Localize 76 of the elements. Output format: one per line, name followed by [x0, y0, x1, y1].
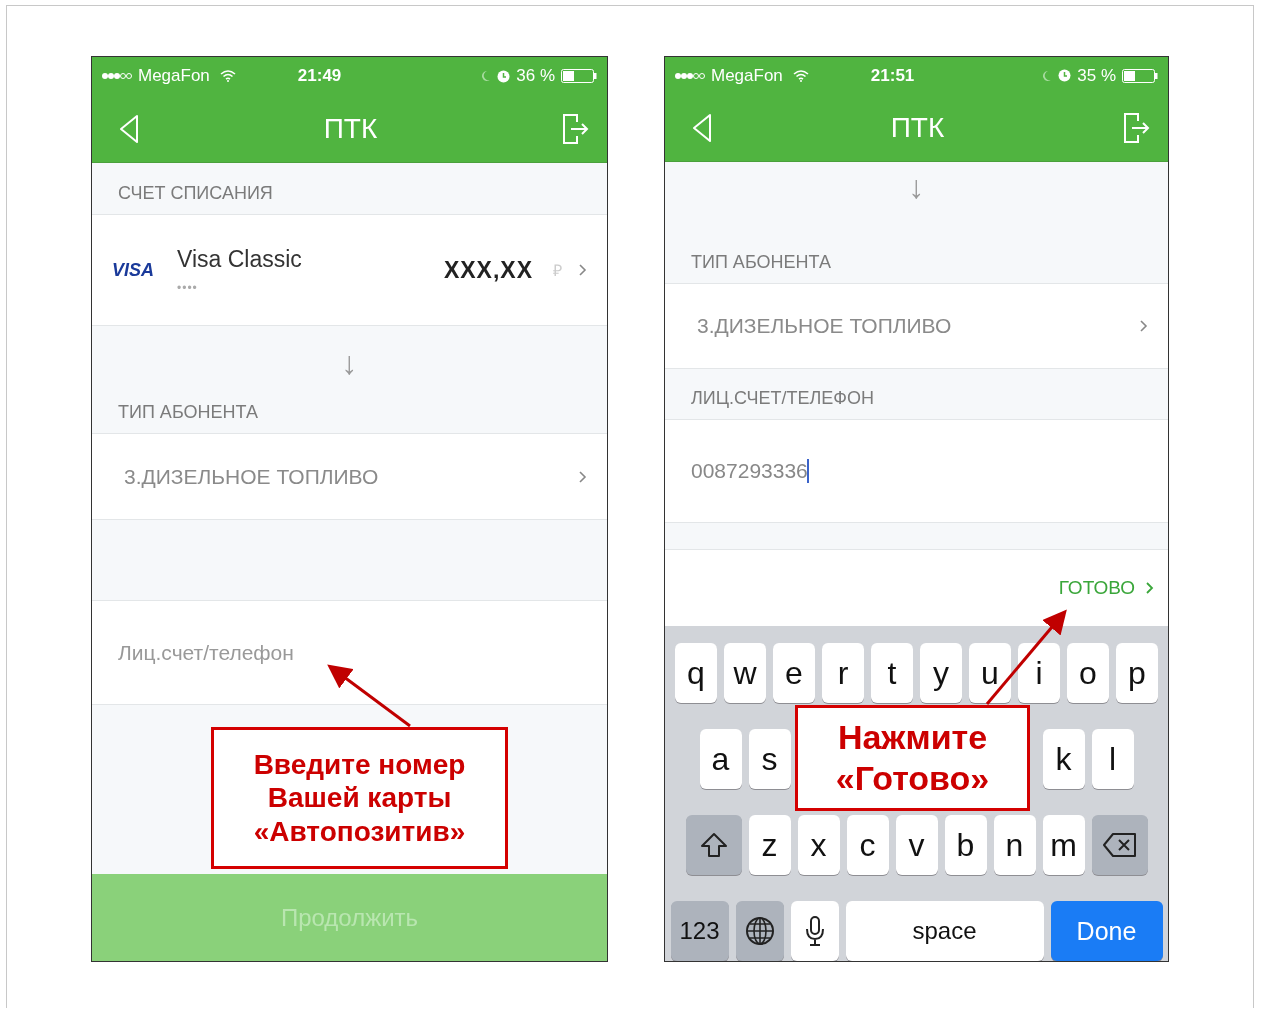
currency-sign: ₽	[553, 261, 562, 281]
key[interactable]: r	[822, 643, 864, 703]
globe-icon	[744, 916, 775, 946]
back-icon[interactable]	[118, 113, 140, 144]
wifi-icon	[219, 70, 236, 82]
microphone-icon	[804, 915, 825, 947]
alarm-icon	[1058, 69, 1072, 83]
moon-icon	[1042, 69, 1053, 82]
section-header: ТИП АБОНЕНТА	[118, 402, 258, 423]
key[interactable]: p	[1116, 643, 1158, 703]
select-value: 3.ДИЗЕЛЬНОЕ ТОПЛИВО	[124, 464, 379, 489]
key[interactable]: m	[1042, 815, 1085, 875]
battery-icon	[1122, 68, 1158, 83]
visa-logo: VISA	[112, 259, 155, 281]
key[interactable]: t	[871, 643, 913, 703]
key[interactable]: l	[1091, 729, 1134, 789]
down-arrow-icon: ↓	[908, 169, 925, 207]
moon-icon	[481, 70, 492, 82]
clock-time: 21:51	[870, 65, 915, 86]
battery-icon	[561, 69, 597, 83]
instruction-text: Нажмите «Готово»	[834, 717, 991, 799]
screen-title: ПТК	[323, 112, 378, 145]
card-row[interactable]: VISA Visa Classic •••• XXX,XX ₽	[92, 215, 607, 326]
down-arrow-icon: ↓	[341, 345, 358, 382]
key[interactable]: q	[675, 643, 717, 703]
carrier-name: MegaFon	[138, 66, 210, 86]
select-value: 3.ДИЗЕЛЬНОЕ ТОПЛИВО	[697, 313, 952, 338]
section-header: ЛИЦ.СЧЕТ/ТЕЛЕФОН	[691, 388, 874, 410]
key[interactable]: v	[895, 815, 938, 875]
key[interactable]: e	[773, 643, 815, 703]
clock-time: 21:49	[297, 66, 342, 86]
key[interactable]: y	[920, 643, 962, 703]
section-header: СЧЕТ СПИСАНИЯ	[118, 183, 273, 204]
key[interactable]: n	[993, 815, 1036, 875]
key[interactable]: u	[969, 643, 1011, 703]
card-number: ••••	[177, 280, 199, 295]
back-icon[interactable]	[691, 112, 713, 143]
account-input[interactable]: Лиц.счет/телефон	[118, 640, 438, 665]
account-input[interactable]: 0087293336	[691, 459, 809, 484]
shift-icon	[698, 831, 729, 859]
key[interactable]: s	[748, 729, 791, 789]
chevron-icon	[1139, 318, 1148, 333]
wifi-icon	[792, 69, 809, 82]
battery-percent: 36 %	[516, 66, 555, 86]
key[interactable]: b	[944, 815, 987, 875]
key[interactable]: a	[699, 729, 742, 789]
done-key[interactable]: Done	[1050, 901, 1163, 961]
key[interactable]: w	[724, 643, 766, 703]
exit-icon[interactable]	[1122, 110, 1150, 145]
exit-icon[interactable]	[561, 111, 589, 146]
key[interactable]: c	[846, 815, 889, 875]
key[interactable]: x	[797, 815, 840, 875]
instruction-text: Введите номер Вашей карты «Автопозитив»	[252, 747, 467, 849]
chevron-icon	[578, 469, 587, 484]
shift-key[interactable]	[685, 815, 742, 875]
key[interactable]: k	[1042, 729, 1085, 789]
key[interactable]: i	[1018, 643, 1060, 703]
alarm-icon	[497, 69, 511, 83]
globe-key[interactable]	[735, 901, 784, 961]
microphone-key[interactable]	[790, 901, 839, 961]
section-header: ТИП АБОНЕНТА	[691, 251, 831, 273]
screen-title: ПТК	[890, 111, 945, 144]
key[interactable]: z	[748, 815, 791, 875]
battery-percent: 35 %	[1077, 65, 1116, 86]
backspace-key[interactable]	[1091, 815, 1148, 875]
carrier-name: MegaFon	[711, 65, 783, 86]
numbers-key[interactable]: 123	[670, 901, 729, 961]
chevron-icon	[578, 263, 587, 277]
chevron-icon	[1145, 580, 1154, 595]
key[interactable]: o	[1067, 643, 1109, 703]
backspace-icon	[1101, 832, 1138, 858]
card-balance: XXX,XX	[443, 256, 533, 284]
signal-icon	[675, 71, 705, 80]
signal-icon	[102, 72, 132, 80]
space-key[interactable]: space	[845, 901, 1044, 961]
card-name: Visa Classic	[177, 245, 303, 273]
